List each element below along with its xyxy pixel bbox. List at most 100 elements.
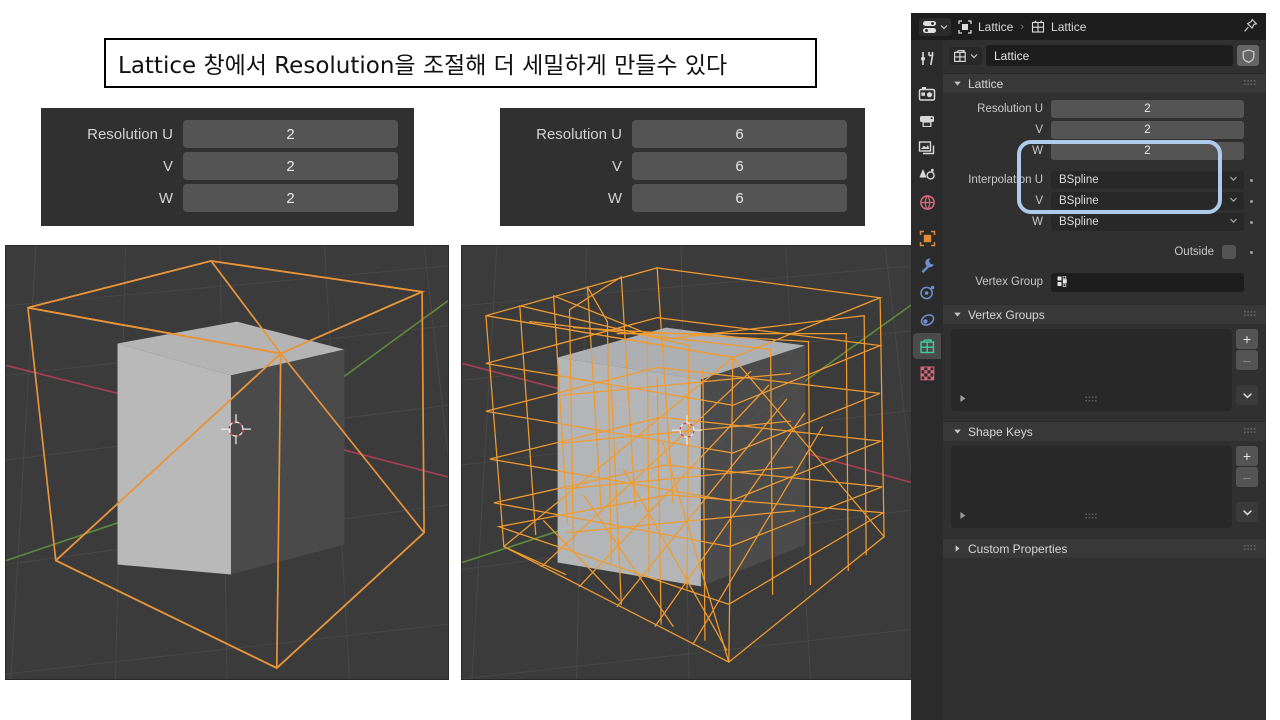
animate-decorator[interactable] [1244, 200, 1258, 203]
breadcrumb-separator: › [1020, 21, 1024, 33]
callout-row: Resolution U 2 [53, 118, 402, 150]
shape-keys-list[interactable] [951, 446, 1232, 528]
animate-decorator[interactable] [1244, 251, 1258, 254]
vertex-groups-specials-menu[interactable] [1236, 385, 1258, 405]
interpolation-u-value: BSpline [1059, 174, 1099, 186]
object-icon [958, 20, 972, 34]
list-resize-grip-icon[interactable] [1085, 511, 1098, 523]
properties-main-column: Lattice Lattice [943, 40, 1266, 720]
lattice-data-icon [953, 49, 968, 63]
properties-editor-icon [922, 20, 938, 34]
properties-header: Lattice › Lattice [911, 13, 1266, 40]
interpolation-v-dropdown[interactable]: BSpline [1051, 192, 1244, 210]
callout-label: V [512, 158, 632, 175]
tab-object[interactable] [913, 225, 941, 251]
resolution-w-input[interactable]: 2 [1051, 142, 1244, 160]
panel-grip-icon [1244, 543, 1258, 555]
vertex-groups-list[interactable] [951, 329, 1232, 411]
outside-row: Outside [951, 242, 1258, 262]
outside-checkbox[interactable] [1222, 245, 1236, 259]
viewport-lattice-low-res[interactable] [5, 245, 449, 680]
interpolation-w-dropdown[interactable]: BSpline [1051, 213, 1244, 231]
tool-icon [919, 50, 936, 67]
shape-keys-buttons: + – [1236, 446, 1258, 528]
panel-grip-icon [1244, 309, 1258, 321]
animate-decorator[interactable] [1244, 179, 1258, 182]
callout-value: 6 [632, 120, 847, 148]
add-shape-key-button[interactable]: + [1236, 446, 1258, 466]
resolution-v-row: V 2 [951, 120, 1258, 140]
breadcrumb-data[interactable]: Lattice [1031, 20, 1086, 34]
tab-modifiers[interactable] [913, 252, 941, 278]
remove-shape-key-button[interactable]: – [1236, 467, 1258, 487]
tab-output[interactable] [913, 108, 941, 134]
resolution-v-label: V [951, 124, 1051, 136]
panel-body-lattice: Resolution U 2 V 2 W 2 [943, 93, 1266, 302]
chevron-down-icon [1242, 508, 1253, 517]
add-vertex-group-button[interactable]: + [1236, 329, 1258, 349]
interpolation-v-value: BSpline [1059, 195, 1099, 207]
chevron-down-icon [1229, 216, 1238, 228]
callout-row: V 2 [53, 150, 402, 182]
tab-world[interactable] [913, 189, 941, 215]
panel-grip-icon [1244, 78, 1258, 90]
physics-orbit-icon [919, 311, 936, 328]
tab-scene[interactable] [913, 162, 941, 188]
tab-render[interactable] [913, 81, 941, 107]
callout-value: 6 [632, 184, 847, 212]
printer-icon [918, 113, 936, 129]
tab-object-data[interactable] [913, 333, 941, 359]
resolution-v-input[interactable]: 2 [1051, 121, 1244, 139]
interpolation-u-dropdown[interactable]: BSpline [1051, 171, 1244, 189]
vertex-group-row: Vertex Group [951, 271, 1258, 293]
vertex-group-input[interactable] [1051, 273, 1244, 292]
resolution-u-row: Resolution U 2 [951, 99, 1258, 119]
datablock-name-input[interactable]: Lattice [986, 45, 1233, 66]
fake-user-shield-button[interactable] [1237, 45, 1259, 66]
remove-vertex-group-button[interactable]: – [1236, 350, 1258, 370]
outside-label: Outside [1174, 246, 1214, 258]
callout-value: 2 [183, 184, 398, 212]
breadcrumb-object[interactable]: Lattice [958, 20, 1013, 34]
animate-decorator[interactable] [1244, 221, 1258, 224]
tab-particles[interactable] [913, 279, 941, 305]
panel-header-vertex-groups[interactable]: Vertex Groups [943, 304, 1266, 324]
callout-value: 6 [632, 152, 847, 180]
expand-triangle-icon[interactable] [959, 511, 967, 523]
vertex-groups-list-area: + – [943, 324, 1266, 419]
square-object-icon [919, 230, 936, 247]
callout-resolution-right: Resolution U 6 V 6 W 6 [500, 108, 865, 226]
callout-row: W 6 [512, 182, 853, 214]
interpolation-u-row: Interpolation U BSpline [951, 170, 1258, 190]
expand-triangle-icon[interactable] [959, 394, 967, 406]
list-resize-grip-icon[interactable] [1085, 394, 1098, 406]
callout-label: W [512, 190, 632, 207]
instruction-caption-text: Lattice 창에서 Resolution을 조절해 더 세밀하게 만들수 있… [118, 46, 727, 80]
pin-icon[interactable] [1243, 18, 1258, 36]
interpolation-w-value: BSpline [1059, 216, 1099, 228]
panel-header-lattice[interactable]: Lattice [943, 73, 1266, 93]
callout-label: Resolution U [512, 126, 632, 143]
tab-material[interactable] [913, 360, 941, 386]
panel-header-shape-keys[interactable]: Shape Keys [943, 421, 1266, 441]
tab-view-layer[interactable] [913, 135, 941, 161]
properties-tab-strip [911, 40, 943, 720]
viewport-lattice-high-res[interactable] [461, 245, 914, 680]
resolution-u-input[interactable]: 2 [1051, 100, 1244, 118]
world-icon [919, 194, 936, 211]
panel-header-custom-properties[interactable]: Custom Properties [943, 538, 1266, 558]
instruction-caption-box: Lattice 창에서 Resolution을 조절해 더 세밀하게 만들수 있… [104, 38, 817, 88]
resolution-w-row: W 2 [951, 141, 1258, 161]
tab-physics[interactable] [913, 306, 941, 332]
shape-keys-specials-menu[interactable] [1236, 502, 1258, 522]
callout-value: 2 [183, 120, 398, 148]
interpolation-u-label: Interpolation U [951, 174, 1051, 186]
callout-label: W [53, 190, 183, 207]
tab-tool[interactable] [913, 45, 941, 71]
lattice-data-icon [1031, 20, 1045, 34]
editor-type-selector[interactable] [919, 18, 951, 36]
resolution-w-label: W [951, 145, 1051, 157]
camera-back-icon [918, 86, 936, 102]
datablock-type-dropdown[interactable] [949, 47, 982, 65]
panel-title-lattice: Lattice [968, 77, 1003, 91]
